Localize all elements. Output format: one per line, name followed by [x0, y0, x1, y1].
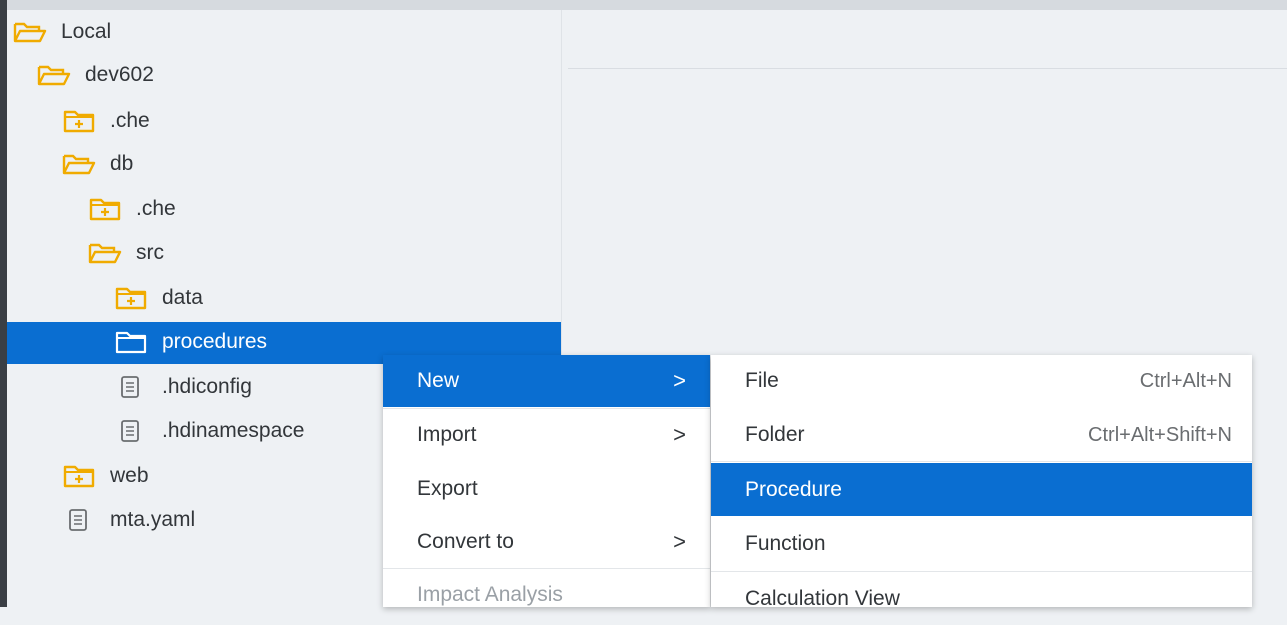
editor-divider	[568, 68, 1287, 69]
folder-open-icon	[37, 63, 73, 87]
tree-item-label: db	[110, 152, 134, 175]
shortcut-label: Ctrl+Alt+N	[1139, 369, 1232, 392]
menu-item-label: Export	[417, 477, 478, 500]
tree-item-label: .hdinamespace	[162, 419, 305, 442]
menu-item-label: File	[745, 369, 779, 392]
tree-item-label: .hdiconfig	[162, 375, 252, 398]
tree-item-db[interactable]: db	[62, 147, 133, 181]
chevron-right-icon: >	[673, 368, 686, 393]
tree-item-label: web	[110, 464, 149, 487]
folder-closed-icon	[62, 109, 98, 133]
menu-item-label: Impact Analysis	[417, 583, 563, 606]
tree-item-label: .che	[110, 109, 150, 132]
folder-closed-icon	[62, 464, 98, 488]
menu-item-convert-to[interactable]: Convert to >	[383, 516, 710, 568]
menu-item-export[interactable]: Export	[383, 463, 710, 515]
menu-item-label: Function	[745, 532, 826, 555]
menu-item-label: Folder	[745, 423, 805, 446]
chevron-right-icon: >	[673, 529, 686, 554]
submenu-item-calculation-view[interactable]: Calculation View	[711, 573, 1252, 625]
new-submenu: File Ctrl+Alt+N Folder Ctrl+Alt+Shift+N …	[711, 355, 1252, 610]
submenu-item-function[interactable]: Function	[711, 518, 1252, 570]
menu-separator	[711, 571, 1252, 572]
submenu-item-file[interactable]: File Ctrl+Alt+N	[711, 355, 1252, 407]
tree-item-label: procedures	[162, 330, 268, 353]
menu-item-label: New	[417, 369, 460, 392]
tree-item-che[interactable]: .che	[62, 104, 150, 138]
tree-item-src[interactable]: src	[88, 236, 164, 270]
tree-item-label: .che	[136, 197, 176, 220]
folder-empty-icon	[114, 330, 150, 354]
tree-item-label: src	[136, 241, 164, 264]
menu-item-impact-analysis: Impact Analysis	[383, 569, 710, 621]
tree-item-web[interactable]: web	[62, 459, 149, 493]
menu-item-new[interactable]: New >	[383, 355, 710, 407]
folder-open-icon	[13, 20, 49, 44]
context-menu: New > Import > Export Convert to > Impac…	[383, 355, 710, 607]
folder-open-icon	[88, 241, 124, 265]
menu-item-label: Import	[417, 423, 477, 446]
tree-item-label: Local	[61, 20, 112, 43]
menu-item-label: Procedure	[745, 477, 842, 501]
tree-item-label: data	[162, 286, 203, 309]
chevron-right-icon: >	[673, 422, 686, 447]
tree-item-hdiconfig[interactable]: .hdiconfig	[114, 370, 252, 404]
file-icon	[62, 508, 98, 532]
menu-separator	[711, 461, 1252, 462]
tree-item-local[interactable]: Local	[13, 15, 111, 49]
menu-item-label: Convert to	[417, 530, 514, 553]
tree-item-dev602[interactable]: dev602	[37, 58, 154, 92]
tree-item-hdinamespace[interactable]: .hdinamespace	[114, 414, 304, 448]
tree-item-mta-yaml[interactable]: mta.yaml	[62, 503, 195, 537]
menu-item-label: Calculation View	[745, 587, 900, 610]
file-icon	[114, 419, 150, 443]
tree-item-db-che[interactable]: .che	[88, 192, 176, 226]
folder-open-icon	[62, 152, 98, 176]
submenu-item-procedure[interactable]: Procedure	[711, 463, 1252, 516]
submenu-item-folder[interactable]: Folder Ctrl+Alt+Shift+N	[711, 409, 1252, 461]
tree-item-label: dev602	[85, 63, 154, 86]
file-icon	[114, 375, 150, 399]
menu-item-import[interactable]: Import >	[383, 409, 710, 461]
top-toolbar-strip	[0, 0, 1287, 10]
shortcut-label: Ctrl+Alt+Shift+N	[1088, 423, 1232, 446]
tree-item-procedures[interactable]: procedures	[114, 325, 267, 359]
folder-closed-icon	[88, 197, 124, 221]
tree-item-data[interactable]: data	[114, 281, 203, 315]
left-activity-edge	[0, 0, 7, 607]
folder-closed-icon	[114, 286, 150, 310]
tree-item-label: mta.yaml	[110, 508, 196, 531]
